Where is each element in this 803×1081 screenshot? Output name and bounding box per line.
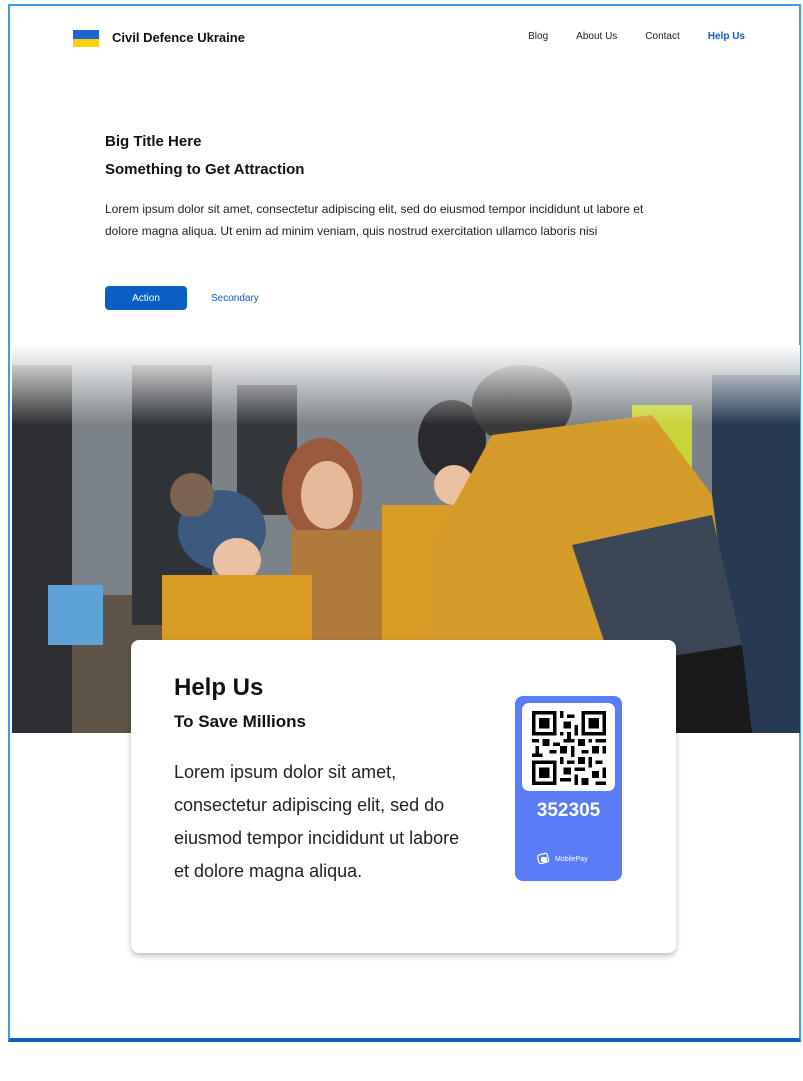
mobilepay-badge: MobilePay — [537, 852, 588, 866]
card-body: Lorem ipsum dolor sit amet, consectetur … — [174, 762, 460, 881]
card-title: Help Us — [174, 674, 264, 701]
payment-widget[interactable]: 352305 MobilePay — [515, 696, 622, 881]
hero-title-line1: Big Title Here — [105, 133, 202, 150]
nav-link-help-us[interactable]: Help Us — [708, 31, 745, 42]
qr-code-box[interactable] — [522, 703, 615, 791]
ukraine-flag-icon — [73, 30, 99, 47]
help-us-card: Help Us To Save Millions Lorem ipsum dol… — [131, 640, 676, 953]
hero-section: Big Title Here Something to Get Attracti… — [105, 128, 645, 242]
secondary-button[interactable]: Secondary — [211, 293, 259, 304]
brand-name[interactable]: Civil Defence Ukraine — [112, 30, 245, 45]
qr-code-icon — [532, 711, 606, 785]
mobilepay-icon — [537, 852, 550, 865]
nav-links: Blog About Us Contact Help Us — [528, 31, 745, 42]
nav-link-about-us[interactable]: About Us — [576, 31, 617, 42]
hero-body: Lorem ipsum dolor sit amet, consectetur … — [105, 202, 644, 238]
card-subtitle: To Save Millions — [174, 712, 306, 731]
nav-link-contact[interactable]: Contact — [645, 31, 679, 42]
action-button[interactable]: Action — [105, 286, 187, 310]
mobilepay-label: MobilePay — [555, 855, 588, 863]
photo-fade-overlay — [12, 345, 800, 425]
hero-buttons: Action Secondary — [105, 286, 259, 310]
top-nav: Civil Defence Ukraine Blog About Us Cont… — [73, 28, 745, 48]
hero-title-line2: Something to Get Attraction — [105, 161, 305, 178]
nav-link-blog[interactable]: Blog — [528, 31, 548, 42]
payment-code: 352305 — [536, 800, 601, 821]
